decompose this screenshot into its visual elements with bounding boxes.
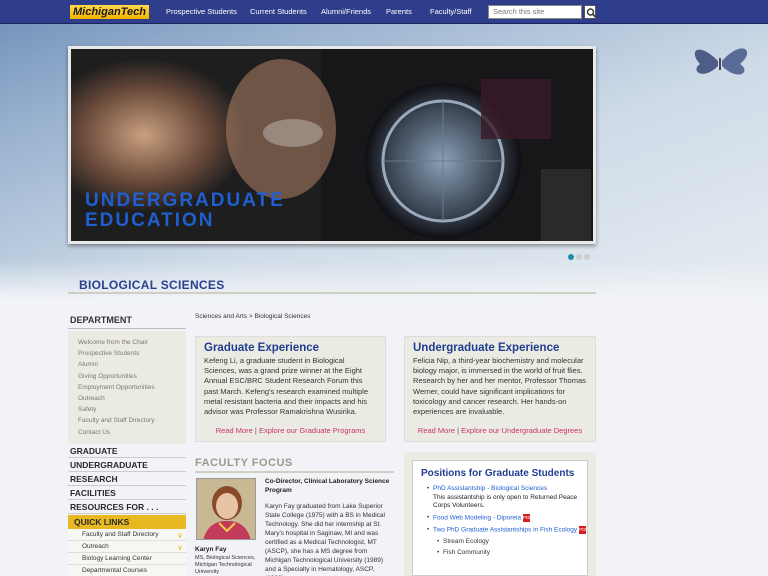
sidebar-item-welcome[interactable]: Welcome from the Chair <box>78 337 186 348</box>
graduate-programs-link[interactable]: Explore our Graduate Programs <box>259 426 365 435</box>
sidebar-item-graduate[interactable]: GRADUATE <box>68 444 186 458</box>
graduate-experience-body: Kefeng Li, a graduate student in Biologi… <box>204 356 369 417</box>
undergraduate-degrees-link[interactable]: Explore our Undergraduate Degrees <box>461 426 582 435</box>
faculty-name[interactable]: Karyn Fay <box>195 546 226 553</box>
undergraduate-experience-box: Undergraduate Experience Felicia Nip, a … <box>404 336 596 442</box>
sidebar-item-undergraduate[interactable]: UNDERGRADUATE <box>68 458 186 472</box>
top-navigation-bar: MichiganTech Prospective Students Curren… <box>0 0 768 24</box>
pdf-icon[interactable]: PDF <box>523 513 532 522</box>
position-link-food-web[interactable]: Food Web Modeling - Diporeia <box>433 514 521 521</box>
nav-current-students[interactable]: Current Students <box>250 0 307 24</box>
main-sections: GRADUATE UNDERGRADUATE RESEARCH FACILITI… <box>68 444 186 514</box>
sidebar-item-prospective[interactable]: Prospective Students <box>78 348 186 359</box>
quick-link-courses[interactable]: Departmental Courses <box>68 564 186 576</box>
sub-item-fish-community: Fish Community <box>437 549 587 558</box>
quick-links-heading: QUICK LINKS <box>68 514 186 529</box>
list-item: Two PhD Graduate Assistantships in Fish … <box>427 525 588 535</box>
faculty-bio: Karyn Fay graduated from Lake Superior S… <box>265 503 385 576</box>
nav-parents[interactable]: Parents <box>386 0 412 24</box>
page-title: BIOLOGICAL SCIENCES <box>79 278 225 292</box>
graduate-read-more-link[interactable]: Read More <box>216 426 253 435</box>
sidebar-item-alumni[interactable]: Alumni <box>78 359 186 370</box>
quick-link-label: Faculty and Staff Directory <box>82 530 159 538</box>
search-input[interactable]: Search this site <box>488 5 582 19</box>
breadcrumb-parent[interactable]: Sciences and Arts <box>195 313 247 320</box>
undergraduate-experience-title[interactable]: Undergraduate Experience <box>413 342 595 354</box>
slide-dot-1[interactable] <box>568 254 574 260</box>
hero-title[interactable]: UNDERGRADUATE EDUCATION <box>85 191 345 231</box>
link-separator: | <box>254 426 257 435</box>
faculty-credentials: MS, Biological Sciences, Michigan Techno… <box>195 555 256 575</box>
faculty-focus-divider <box>195 471 394 473</box>
sub-item-stream-ecology: Stream Ecology <box>437 538 587 547</box>
slide-indicator <box>568 253 592 262</box>
graduate-experience-title[interactable]: Graduate Experience <box>204 342 385 354</box>
faculty-photo[interactable] <box>196 478 256 540</box>
list-item: Food Web Modeling - DiporeiaPDF <box>427 513 587 523</box>
position-note: This assistantship is only open to Retur… <box>433 493 578 510</box>
faculty-portrait <box>197 479 255 539</box>
undergraduate-links: Read More | Explore our Undergraduate De… <box>405 426 595 435</box>
positions-list: PhD Assistantship - Biological SciencesT… <box>427 485 588 558</box>
pdf-icon[interactable]: PDF <box>579 525 588 534</box>
link-separator: | <box>457 426 460 435</box>
breadcrumb-separator: > <box>248 313 253 320</box>
quick-link-outreach[interactable]: Outreach ∨ <box>68 540 186 553</box>
butterfly-decoration <box>694 48 748 75</box>
nav-prospective-students[interactable]: Prospective Students <box>166 0 237 24</box>
search-button[interactable] <box>584 5 597 19</box>
sidebar-item-directory[interactable]: Faculty and Staff Directory <box>78 415 186 426</box>
department-heading: DEPARTMENT <box>68 312 186 329</box>
graduate-experience-box: Graduate Experience Kefeng Li, a graduat… <box>195 336 386 442</box>
nav-alumni-friends[interactable]: Alumni/Friends <box>321 0 371 24</box>
quick-link-learning-center[interactable]: Biology Learning Center <box>68 552 186 565</box>
quick-link-label: Biology Learning Center <box>82 554 152 562</box>
title-divider <box>68 292 596 294</box>
slide-dot-3[interactable] <box>584 254 590 260</box>
faculty-focus-heading: FACULTY FOCUS <box>195 457 293 469</box>
sidebar-item-facilities[interactable]: FACILITIES <box>68 486 186 500</box>
undergraduate-experience-body: Felicia Nip, a third-year biochemistry a… <box>413 356 586 417</box>
hero-banner[interactable]: UNDERGRADUATE EDUCATION <box>68 46 596 244</box>
positions-box: Positions for Graduate Students PhD Assi… <box>412 460 588 576</box>
positions-heading: Positions for Graduate Students <box>421 468 575 479</box>
slide-dot-2[interactable] <box>576 254 582 260</box>
faculty-title: Co-Director, Clinical Laboratory Science… <box>265 478 390 494</box>
undergraduate-read-more-link[interactable]: Read More <box>418 426 455 435</box>
search-icon <box>586 8 597 18</box>
quick-link-label: Departmental Courses <box>82 566 148 574</box>
sidebar-item-giving[interactable]: Giving Opportunities <box>78 371 186 382</box>
department-links: Welcome from the Chair Prospective Stude… <box>68 331 186 444</box>
graduate-links: Read More | Explore our Graduate Program… <box>196 426 385 435</box>
michigan-tech-logo[interactable]: MichiganTech <box>70 5 149 19</box>
position-link-fish-ecology[interactable]: Two PhD Graduate Assistantships in Fish … <box>433 526 577 533</box>
breadcrumb-current: Biological Sciences <box>254 313 311 320</box>
sidebar-item-resources[interactable]: RESOURCES FOR . . . <box>68 500 186 514</box>
sidebar-item-contact[interactable]: Contact Us <box>78 427 186 438</box>
list-item: PhD Assistantship - Biological SciencesT… <box>427 485 587 511</box>
sidebar-item-employment[interactable]: Employment Opportunities <box>78 382 186 393</box>
position-link-phd-biological[interactable]: PhD Assistantship - Biological Sciences <box>433 485 547 492</box>
sidebar: DEPARTMENT Welcome from the Chair Prospe… <box>68 312 186 576</box>
sidebar-item-outreach[interactable]: Outreach <box>78 393 186 404</box>
quick-link-label: Outreach <box>82 542 109 550</box>
breadcrumb: Sciences and Arts > Biological Sciences <box>195 313 310 320</box>
quick-link-directory[interactable]: Faculty and Staff Directory ∨ <box>68 528 186 541</box>
nav-faculty-staff[interactable]: Faculty/Staff <box>430 0 472 24</box>
sidebar-item-safety[interactable]: Safety <box>78 404 186 415</box>
sidebar-item-research[interactable]: RESEARCH <box>68 472 186 486</box>
